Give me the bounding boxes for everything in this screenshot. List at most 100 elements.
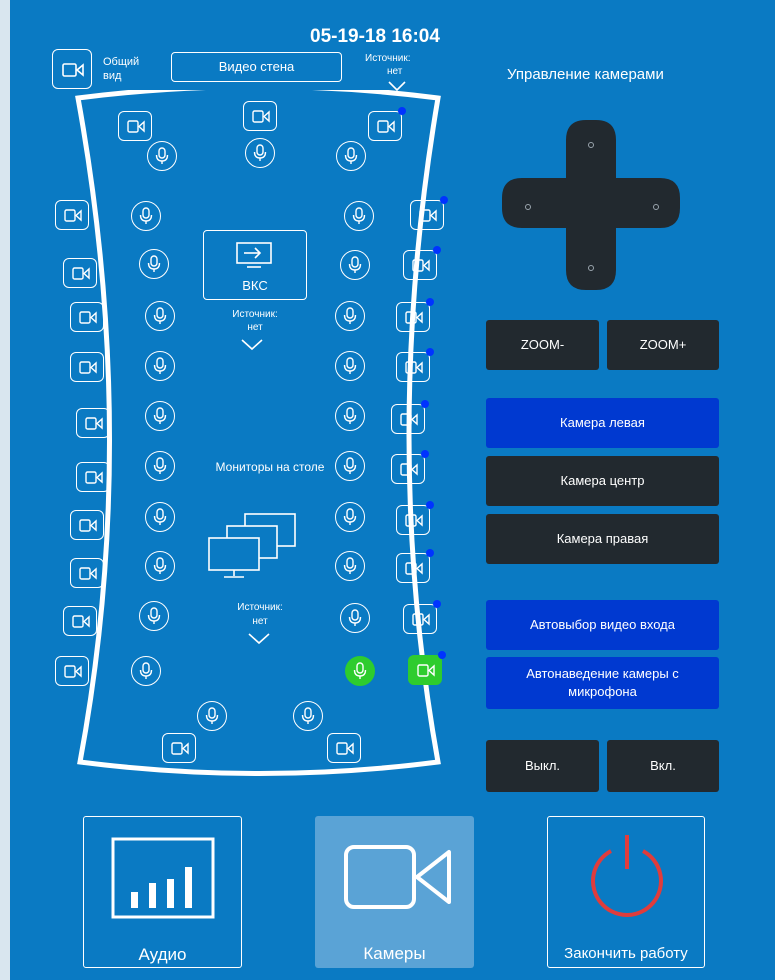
microphone-button[interactable] bbox=[147, 141, 177, 171]
auto-input-button[interactable]: Автовыбор видео входа bbox=[486, 600, 719, 650]
microphone-icon bbox=[155, 147, 169, 164]
zoom-out-button[interactable]: ZOOM- bbox=[486, 320, 599, 370]
room-camera-button[interactable] bbox=[55, 656, 89, 686]
on-button[interactable]: Вкл. bbox=[607, 740, 719, 792]
microphone-button[interactable] bbox=[335, 301, 365, 331]
auto-input-label: Автовыбор видео входа bbox=[530, 617, 675, 633]
microphone-button[interactable] bbox=[145, 351, 175, 381]
room-camera-button[interactable] bbox=[403, 600, 441, 634]
zoom-out-label: ZOOM- bbox=[520, 337, 565, 353]
room-camera-button[interactable] bbox=[70, 558, 104, 588]
on-label: Вкл. bbox=[650, 758, 676, 774]
nav-cameras-label: Камеры bbox=[363, 944, 426, 963]
microphone-button[interactable] bbox=[131, 201, 161, 231]
camera-icon bbox=[64, 209, 82, 222]
microphone-button[interactable] bbox=[335, 551, 365, 581]
room-camera-button[interactable] bbox=[63, 606, 97, 636]
room-camera-button[interactable] bbox=[76, 462, 110, 492]
room-camera-button[interactable] bbox=[403, 246, 441, 280]
microphone-button[interactable] bbox=[139, 249, 169, 279]
microphone-button[interactable] bbox=[145, 551, 175, 581]
microphone-icon bbox=[153, 357, 167, 374]
room-camera-button[interactable] bbox=[118, 111, 152, 141]
monitors-source-label: Источник: bbox=[237, 602, 283, 613]
room-camera-button[interactable] bbox=[70, 352, 104, 382]
room-camera-button[interactable] bbox=[391, 450, 429, 484]
nav-cameras-button[interactable]: Камеры bbox=[315, 816, 474, 968]
camera-icon bbox=[127, 120, 145, 133]
overview-camera-button[interactable] bbox=[52, 49, 92, 89]
room-camera-button[interactable] bbox=[327, 733, 361, 763]
room-camera-button[interactable] bbox=[162, 733, 196, 763]
microphone-button[interactable] bbox=[340, 603, 370, 633]
room-camera-button[interactable] bbox=[70, 302, 104, 332]
room-camera-button[interactable] bbox=[243, 101, 277, 131]
monitors-source-chevron-down-icon[interactable] bbox=[247, 632, 271, 645]
monitors-label: Мониторы на столе bbox=[215, 460, 325, 474]
camera-left-button[interactable]: Камера левая bbox=[486, 398, 719, 448]
camera-control-screen: 05-19-18 16:04 Общий вид Видео стена Ист… bbox=[0, 0, 775, 980]
microphone-button[interactable] bbox=[340, 250, 370, 280]
microphone-icon bbox=[348, 256, 362, 273]
status-dot bbox=[426, 298, 434, 306]
camera-center-button[interactable]: Камера центр bbox=[486, 456, 719, 506]
room-outline bbox=[75, 90, 441, 776]
nav-audio-label: Аудио bbox=[138, 945, 187, 964]
screen-share-icon bbox=[236, 242, 272, 268]
microphone-icon bbox=[352, 207, 366, 224]
camera-icon bbox=[400, 463, 418, 476]
microphone-button[interactable] bbox=[197, 701, 227, 731]
room-camera-button[interactable] bbox=[396, 549, 434, 583]
microphone-button[interactable] bbox=[145, 502, 175, 532]
room-camera-button[interactable] bbox=[396, 298, 434, 332]
microphone-button[interactable] bbox=[335, 351, 365, 381]
microphone-button[interactable] bbox=[335, 401, 365, 431]
microphone-icon bbox=[139, 662, 153, 679]
microphone-icon bbox=[343, 407, 357, 424]
microphone-button-active[interactable] bbox=[345, 656, 375, 686]
vks-source-chevron-down-icon[interactable] bbox=[240, 338, 264, 351]
room-camera-button[interactable] bbox=[391, 400, 429, 434]
room-camera-button[interactable] bbox=[368, 107, 406, 141]
room-camera-button-active[interactable] bbox=[408, 651, 446, 685]
camera-icon bbox=[72, 615, 90, 628]
room-camera-button[interactable] bbox=[55, 200, 89, 230]
desk-monitors-icon[interactable] bbox=[207, 510, 303, 582]
room-camera-button[interactable] bbox=[70, 510, 104, 540]
microphone-button[interactable] bbox=[145, 401, 175, 431]
microphone-button[interactable] bbox=[245, 138, 275, 168]
microphone-button[interactable] bbox=[131, 656, 161, 686]
auto-aim-button[interactable]: Автонаведение камеры с микрофона bbox=[486, 657, 719, 709]
datetime: 05-19-18 16:04 bbox=[310, 26, 440, 47]
microphone-icon bbox=[153, 508, 167, 525]
camera-icon bbox=[85, 417, 103, 430]
zoom-in-button[interactable]: ZOOM+ bbox=[607, 320, 719, 370]
vks-button[interactable]: ВКС bbox=[203, 230, 307, 300]
auto-aim-label: Автонаведение камеры с микрофона bbox=[526, 666, 679, 699]
microphone-icon bbox=[139, 207, 153, 224]
ptz-dpad[interactable] bbox=[500, 120, 682, 292]
microphone-button[interactable] bbox=[293, 701, 323, 731]
room-camera-button[interactable] bbox=[76, 408, 110, 438]
room-camera-button[interactable] bbox=[63, 258, 97, 288]
microphone-button[interactable] bbox=[145, 301, 175, 331]
top-source-label: Источник: bbox=[365, 53, 411, 64]
room-camera-button[interactable] bbox=[396, 501, 434, 535]
off-button[interactable]: Выкл. bbox=[486, 740, 599, 792]
room-camera-button[interactable] bbox=[396, 348, 434, 382]
camera-right-button[interactable]: Камера правая bbox=[486, 514, 719, 564]
microphone-button[interactable] bbox=[145, 451, 175, 481]
control-panel: 05-19-18 16:04 Общий вид Видео стена Ист… bbox=[10, 0, 775, 980]
microphone-button[interactable] bbox=[336, 141, 366, 171]
microphone-button[interactable] bbox=[139, 601, 169, 631]
power-icon bbox=[591, 835, 663, 917]
nav-finish-button[interactable]: Закончить работу bbox=[547, 816, 705, 968]
off-label: Выкл. bbox=[524, 758, 561, 774]
microphone-icon bbox=[147, 255, 161, 272]
microphone-button[interactable] bbox=[344, 201, 374, 231]
video-wall-button[interactable]: Видео стена bbox=[171, 52, 342, 82]
nav-audio-button[interactable]: Аудио bbox=[83, 816, 242, 968]
microphone-button[interactable] bbox=[335, 502, 365, 532]
room-camera-button[interactable] bbox=[410, 196, 448, 230]
zoom-in-label: ZOOM+ bbox=[639, 337, 687, 353]
